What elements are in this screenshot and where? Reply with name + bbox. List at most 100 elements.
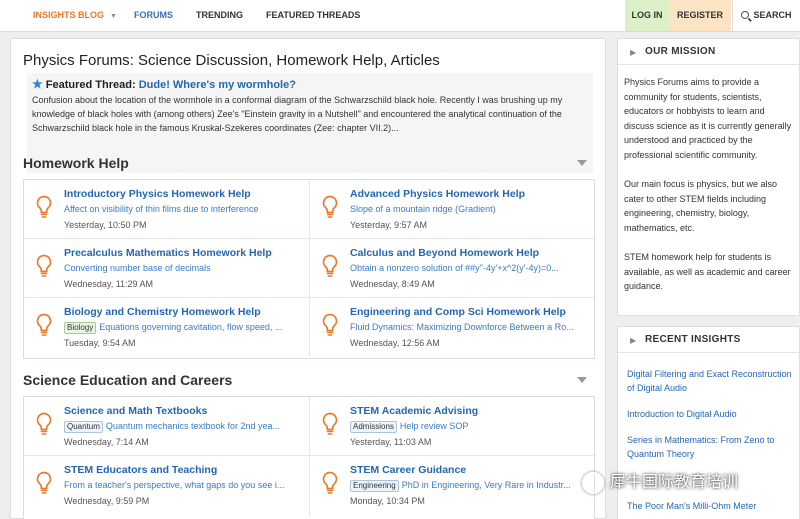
latest-thread-link[interactable]: Affect on visibility of thin films due t… [64,204,302,214]
prefix-tag[interactable]: Quantum [64,421,103,433]
collapse-caret-icon[interactable] [577,160,587,166]
latest-thread-link[interactable]: Biology Equations governing cavitation, f… [64,322,302,334]
lightbulb-icon [36,254,52,277]
sidebar-insights-title: RECENT INSIGHTS [645,334,741,345]
mission-paragraph: Physics Forums aims to provide a communi… [624,77,792,160]
watermark: 犀牛国际教育培训 [582,468,738,496]
mission-paragraph: STEM homework help for students is avail… [624,252,791,292]
forum-cell-textbooks: Science and Math Textbooks Quantum Quantu… [24,397,309,456]
lightbulb-icon [322,471,338,494]
chevron-down-icon: ▼ [110,13,117,20]
forum-cell-engineering-compsci: Engineering and Comp Sci Homework Help F… [309,298,594,357]
lightbulb-icon [36,412,52,435]
section-title-homework-help[interactable]: Homework Help [23,155,129,171]
latest-thread-link[interactable]: Fluid Dynamics: Maximizing Downforce Bet… [350,322,588,332]
insight-link[interactable]: Series in Mathematics: From Zeno to Quan… [627,433,795,461]
search-icon [741,11,750,19]
featured-thread-label: Featured Thread: [45,79,136,91]
featured-thread-heading: ★ Featured Thread: Dude! Where's my wormh… [32,77,296,91]
forum-cell-career-guidance: STEM Career Guidance Engineering PhD in E… [309,456,594,515]
forum-cell-precalculus: Precalculus Mathematics Homework Help Co… [24,239,309,298]
latest-thread-link[interactable]: Slope of a mountain ridge (Gradient) [350,204,588,214]
forum-title-link[interactable]: Introductory Physics Homework Help [64,188,251,200]
nav-insights-blog-label: INSIGHTS BLOG [33,10,105,20]
latest-thread-date: Yesterday, 10:50 PM [64,220,147,230]
lightbulb-icon [36,195,52,218]
main-content: Physics Forums: Science Discussion, Home… [10,38,606,519]
lightbulb-icon [322,195,338,218]
forum-title-link[interactable]: Calculus and Beyond Homework Help [350,247,539,259]
forum-grid-science-education: Science and Math Textbooks Quantum Quantu… [23,396,595,519]
nav-trending[interactable]: TRENDING [196,0,243,31]
mission-paragraph: Our main focus is physics, but we also c… [624,179,778,233]
latest-thread-title[interactable]: Quantum mechanics textbook for 2nd yea..… [106,421,280,431]
lightbulb-icon [36,471,52,494]
lightbulb-icon [322,254,338,277]
chevron-right-icon: ▶ [630,48,637,57]
latest-thread-title[interactable]: PhD in Engineering, Very Rare in Industr… [402,480,571,490]
latest-thread-date: Yesterday, 9:57 AM [350,220,428,230]
forum-cell-intro-physics: Introductory Physics Homework Help Affec… [24,180,309,239]
latest-thread-title[interactable]: Help review SOP [400,421,469,431]
lightbulb-icon [322,313,338,336]
latest-thread-date: Wednesday, 11:29 AM [64,279,154,289]
forum-cell-calculus-beyond: Calculus and Beyond Homework Help Obtain… [309,239,594,298]
search-label: SEARCH [753,10,792,20]
forum-cell-academic-advising: STEM Academic Advising Admissions Help re… [309,397,594,456]
forum-title-link[interactable]: Biology and Chemistry Homework Help [64,306,261,318]
insight-link[interactable]: Digital Filtering and Exact Reconstructi… [627,367,795,395]
forum-cell-advanced-physics: Advanced Physics Homework Help Slope of … [309,180,594,239]
collapse-caret-icon[interactable] [577,377,587,383]
insight-link[interactable]: Introduction to Digital Audio [627,407,795,421]
sidebar-insights-header: ▶ RECENT INSIGHTS [618,327,799,353]
sidebar-mission-text: Physics Forums aims to provide a communi… [624,75,796,309]
latest-thread-link[interactable]: Admissions Help review SOP [350,421,588,433]
watermark-text: 犀牛国际教育培训 [610,474,739,491]
search-button[interactable]: SEARCH [732,0,800,31]
forum-title-link[interactable]: Precalculus Mathematics Homework Help [64,247,272,259]
sidebar-mission-header: ▶ OUR MISSION [618,39,799,65]
forum-title-link[interactable]: Science and Math Textbooks [64,405,207,417]
register-button[interactable]: REGISTER [669,0,731,31]
latest-thread-title[interactable]: Equations governing cavitation, flow spe… [99,322,282,332]
nav-forums[interactable]: FORUMS [134,0,173,31]
latest-thread-date: Wednesday, 9:59 PM [64,496,150,506]
lightbulb-icon [322,412,338,435]
login-button[interactable]: LOG IN [625,0,669,31]
latest-thread-date: Wednesday, 7:14 AM [64,437,149,447]
top-nav: INSIGHTS BLOG ▼ FORUMS TRENDING FEATURED … [0,0,800,32]
nav-featured-threads[interactable]: FEATURED THREADS [266,0,360,31]
featured-thread-link[interactable]: Dude! Where's my wormhole? [139,79,296,91]
latest-thread-link[interactable]: Engineering PhD in Engineering, Very Rare… [350,480,588,492]
lightbulb-icon [36,313,52,336]
forum-cell-biology-chemistry: Biology and Chemistry Homework Help Biol… [24,298,309,357]
insight-link[interactable]: The Poor Man's Milli-Ohm Meter [627,499,795,513]
forum-title-link[interactable]: STEM Academic Advising [350,405,478,417]
prefix-tag[interactable]: Engineering [350,480,399,492]
featured-thread-description[interactable]: Confusion about the location of the worm… [32,93,587,135]
forum-title-link[interactable]: STEM Career Guidance [350,464,466,476]
wechat-logo-icon [582,471,604,494]
prefix-tag[interactable]: Admissions [350,421,397,433]
latest-thread-link[interactable]: Quantum Quantum mechanics textbook for 2n… [64,421,302,433]
star-icon: ★ [32,77,43,91]
latest-thread-link[interactable]: From a teacher's perspective, what gaps … [64,480,302,490]
nav-insights-blog[interactable]: INSIGHTS BLOG ▼ [33,0,117,31]
forum-title-link[interactable]: Engineering and Comp Sci Homework Help [350,306,566,318]
sidebar-mission-title: OUR MISSION [645,46,716,57]
latest-thread-date: Wednesday, 8:49 AM [350,279,435,289]
chevron-right-icon: ▶ [630,336,637,345]
forum-title-link[interactable]: Advanced Physics Homework Help [350,188,525,200]
forum-grid-homework-help: Introductory Physics Homework Help Affec… [23,179,595,359]
latest-thread-link[interactable]: Obtain a nonzero solution of ##y''-4y'+x… [350,263,588,273]
prefix-tag[interactable]: Biology [64,322,97,334]
latest-thread-link[interactable]: Converting number base of decimals [64,263,302,273]
page-title: Physics Forums: Science Discussion, Home… [23,52,440,69]
forum-title-link[interactable]: STEM Educators and Teaching [64,464,217,476]
sidebar-mission-panel: ▶ OUR MISSION Physics Forums aims to pro… [617,38,800,316]
latest-thread-date: Monday, 10:34 PM [350,496,425,506]
latest-thread-date: Yesterday, 11:03 AM [350,437,432,447]
latest-thread-date: Wednesday, 12:56 AM [350,338,440,348]
section-title-science-education[interactable]: Science Education and Careers [23,372,232,388]
latest-thread-date: Tuesday, 9:54 AM [64,338,136,348]
